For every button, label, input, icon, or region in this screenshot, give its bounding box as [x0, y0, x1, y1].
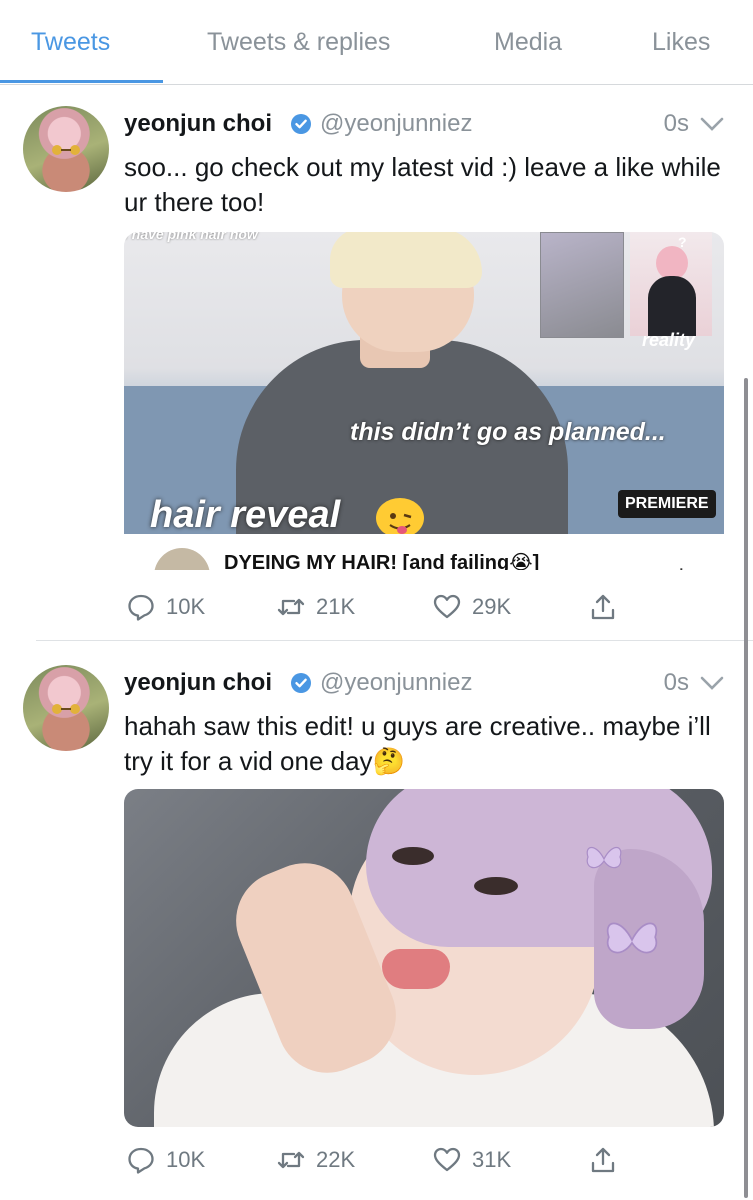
- video-thumbnail[interactable]: I have pink hair now ? reality this didn…: [124, 232, 724, 570]
- scrollbar[interactable]: [744, 378, 748, 1198]
- share-button[interactable]: [588, 592, 618, 622]
- thumbnail-caption: this didn’t go as planned...: [350, 418, 666, 446]
- photo-image: [124, 789, 724, 1127]
- tweet-actions: 10K 22K 31K: [124, 1145, 724, 1185]
- retweet-icon: [277, 598, 305, 616]
- tab-likes[interactable]: Likes: [652, 28, 710, 57]
- tweet-timestamp[interactable]: 0s: [664, 669, 689, 697]
- share-icon: [591, 594, 615, 620]
- like-count: 31K: [472, 1147, 512, 1172]
- reply-button[interactable]: 10K: [126, 592, 205, 622]
- active-tab-indicator: [0, 80, 163, 83]
- thumbnail-title-overlay: hair reveal: [150, 494, 341, 536]
- sunglasses-icon: [52, 145, 80, 155]
- tweet-photo[interactable]: [124, 789, 724, 1127]
- reply-count: 10K: [166, 594, 206, 619]
- user-handle[interactable]: @yeonjunniez: [320, 669, 472, 697]
- tweet-timestamp[interactable]: 0s: [664, 110, 689, 138]
- heart-icon: [433, 1147, 461, 1172]
- chevron-down-icon[interactable]: [699, 116, 725, 132]
- heart-icon: [433, 594, 461, 619]
- verified-badge-icon: [291, 673, 311, 693]
- inset-body: [648, 276, 696, 336]
- question-mark: ?: [678, 234, 687, 250]
- thumbnail-top-text: I have pink hair now: [124, 232, 258, 242]
- share-button[interactable]: [588, 1145, 618, 1175]
- tweet-divider: [36, 640, 753, 641]
- chevron-down-icon[interactable]: [699, 675, 725, 691]
- inset-head: [656, 246, 688, 280]
- thumbnail-image: I have pink hair now ? reality this didn…: [124, 232, 724, 550]
- user-handle[interactable]: @yeonjunniez: [320, 110, 472, 138]
- verified-badge-icon: [291, 114, 311, 134]
- reply-button[interactable]: 10K: [126, 1145, 205, 1175]
- profile-tabs: Tweets Tweets & replies Media Likes: [0, 0, 753, 85]
- avatar[interactable]: [23, 665, 109, 751]
- share-icon: [591, 1147, 615, 1173]
- inset-photo-reality: ?: [630, 232, 712, 336]
- retweet-icon: [277, 1151, 305, 1169]
- retweet-button[interactable]: 22K: [276, 1145, 355, 1175]
- tab-media[interactable]: Media: [494, 28, 562, 57]
- retweet-button[interactable]: 21K: [276, 592, 355, 622]
- more-dots-icon: ·: [678, 558, 685, 570]
- reply-icon: [128, 594, 154, 621]
- tweet-text: soo... go check out my latest vid :) lea…: [124, 152, 721, 217]
- winking-tongue-emoji-icon: [376, 498, 424, 538]
- eye: [474, 877, 518, 895]
- like-button[interactable]: 29K: [432, 592, 511, 622]
- reply-icon: [128, 1147, 154, 1174]
- avatar[interactable]: [23, 106, 109, 192]
- retweet-count: 22K: [316, 1147, 356, 1172]
- video-info-strip: DYEING MY HAIR! [and failing😭] ·: [124, 534, 724, 570]
- premiere-badge: PREMIERE: [618, 490, 716, 518]
- tab-tweets-and-replies[interactable]: Tweets & replies: [207, 28, 390, 57]
- like-button[interactable]: 31K: [432, 1145, 511, 1175]
- lips: [382, 949, 450, 989]
- butterfly-icon: [606, 922, 658, 954]
- butterfly-icon: [586, 846, 622, 869]
- retweet-count: 21K: [316, 594, 356, 619]
- reply-count: 10K: [166, 1147, 206, 1172]
- reality-label: reality: [642, 330, 696, 350]
- display-name[interactable]: yeonjun choi: [124, 669, 272, 697]
- display-name[interactable]: yeonjun choi: [124, 110, 272, 138]
- video-title: DYEING MY HAIR! [and failing😭]: [224, 552, 540, 570]
- sunglasses-icon: [52, 704, 80, 714]
- tab-tweets[interactable]: Tweets: [31, 28, 110, 57]
- tweet-actions: 10K 21K 29K: [124, 592, 724, 632]
- channel-avatar: [154, 548, 210, 570]
- tweet-text: hahah saw this edit! u guys are creative…: [124, 711, 711, 776]
- inset-photo-expectation: [540, 232, 624, 338]
- eye: [392, 847, 434, 865]
- like-count: 29K: [472, 594, 512, 619]
